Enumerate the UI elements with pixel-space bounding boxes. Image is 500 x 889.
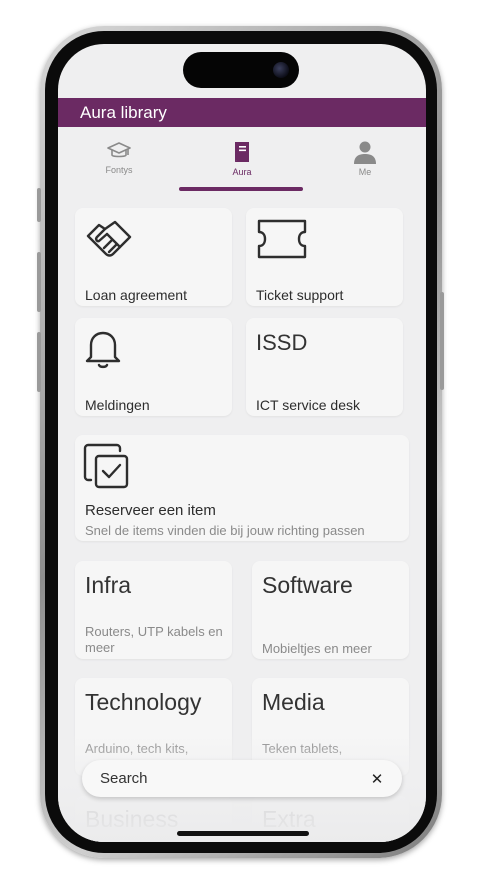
bell-icon bbox=[85, 331, 121, 369]
card-software-title: Software bbox=[262, 572, 353, 598]
search-input[interactable] bbox=[98, 769, 368, 788]
tab-me[interactable]: Me bbox=[304, 132, 426, 192]
card-ticket-support[interactable]: Ticket support bbox=[246, 208, 403, 306]
card-meldingen[interactable]: Meldingen bbox=[75, 318, 232, 416]
app-screen: Aura library Fontys Aura Me Loan agreeme… bbox=[58, 44, 426, 842]
ticket-icon bbox=[257, 219, 307, 259]
card-loan-label: Loan agreement bbox=[85, 287, 187, 303]
tab-bar: Fontys Aura Me bbox=[58, 132, 426, 192]
tab-fontys[interactable]: Fontys bbox=[58, 132, 180, 192]
card-ticket-label: Ticket support bbox=[256, 287, 344, 303]
tab-aura-label: Aura bbox=[232, 167, 252, 177]
card-software-sub: Mobieltjes en meer bbox=[262, 641, 372, 656]
card-issd-label: ICT service desk bbox=[256, 397, 360, 413]
card-infra[interactable]: Infra Routers, UTP kabels en meer bbox=[75, 561, 232, 659]
card-reserveer-item[interactable]: Reserveer een item Snel de items vinden … bbox=[75, 435, 409, 541]
tab-me-label: Me bbox=[358, 167, 372, 177]
card-issd-title: ISSD bbox=[256, 330, 308, 355]
action-button bbox=[37, 188, 41, 222]
card-issd[interactable]: ISSD ICT service desk bbox=[246, 318, 403, 416]
dynamic-island bbox=[183, 52, 299, 88]
camera-icon bbox=[273, 62, 289, 78]
home-indicator[interactable] bbox=[177, 831, 309, 836]
card-infra-title: Infra bbox=[85, 572, 132, 598]
card-reserveer-sub: Snel de items vinden die bij jouw richti… bbox=[85, 523, 365, 538]
card-meldingen-label: Meldingen bbox=[85, 397, 150, 413]
close-icon[interactable]: ✕ bbox=[368, 770, 386, 788]
tab-aura[interactable]: Aura bbox=[181, 132, 303, 192]
app-bar: Aura library bbox=[58, 98, 426, 127]
book-icon bbox=[235, 142, 249, 162]
graduation-cap-icon bbox=[107, 142, 131, 158]
card-loan-agreement[interactable]: Loan agreement bbox=[75, 208, 232, 306]
card-technology-sub: Arduino, tech kits, bbox=[85, 741, 189, 756]
volume-down-button bbox=[37, 332, 41, 392]
person-icon bbox=[354, 141, 376, 164]
power-button bbox=[440, 292, 444, 390]
handshake-icon bbox=[86, 220, 132, 257]
card-extra-title: Extra bbox=[262, 806, 316, 832]
app-title: Aura library bbox=[80, 102, 167, 122]
volume-up-button bbox=[37, 252, 41, 312]
card-media-sub: Teken tablets, bbox=[262, 741, 343, 756]
card-infra-sub: Routers, UTP kabels en meer bbox=[85, 624, 223, 655]
card-business-title: Business bbox=[85, 806, 179, 832]
search-bar[interactable]: ✕ bbox=[82, 760, 402, 797]
card-reserveer-label: Reserveer een item bbox=[85, 502, 216, 519]
tab-fontys-label: Fontys bbox=[105, 165, 133, 175]
checkbox-stack-icon bbox=[83, 443, 129, 489]
card-technology-title: Technology bbox=[85, 689, 202, 715]
active-tab-indicator bbox=[179, 187, 303, 191]
card-software[interactable]: Software Mobieltjes en meer bbox=[252, 561, 409, 659]
card-media-title: Media bbox=[262, 689, 325, 715]
